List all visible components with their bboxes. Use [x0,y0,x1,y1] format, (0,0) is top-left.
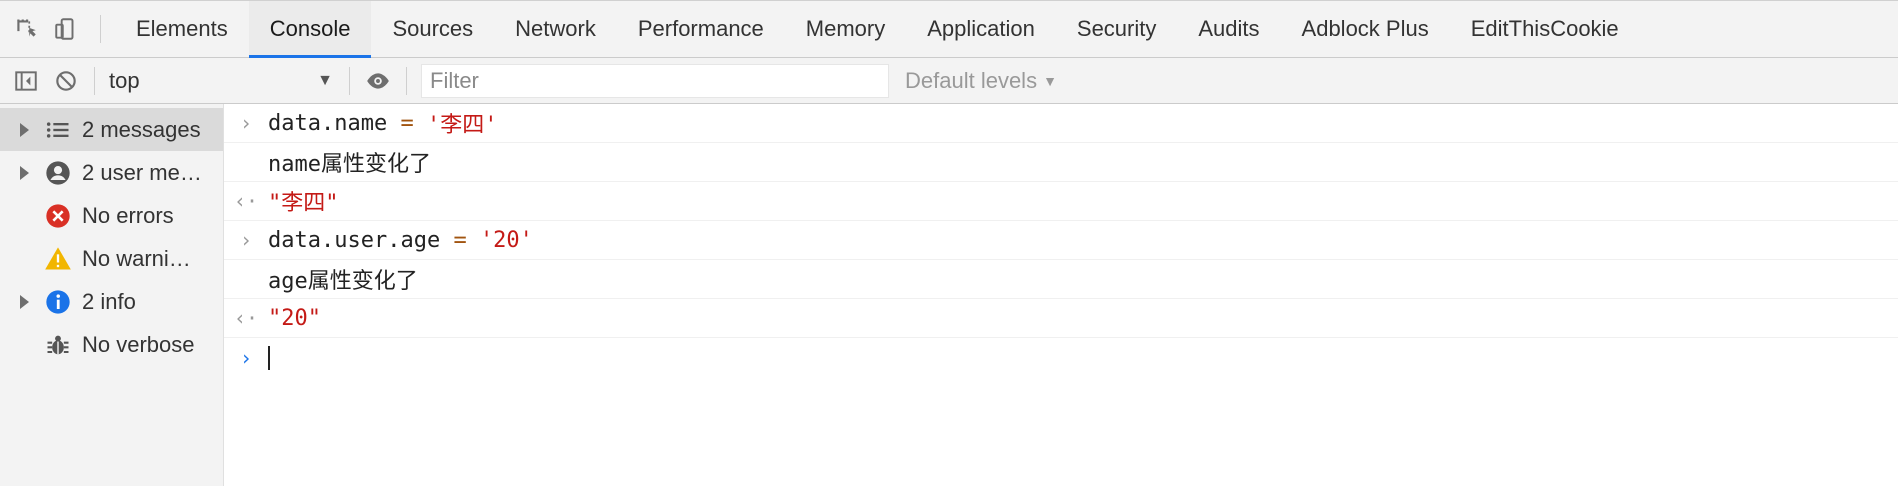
sidebar-item-warnings[interactable]: No warni… [0,237,223,280]
input-chevron-icon: › [239,111,253,135]
clear-console-icon[interactable] [46,59,86,103]
user-icon [44,159,72,187]
console-output: › data.name = '李四' name属性变化了 ‹· "李四" › d… [224,104,1898,486]
result-arrow-icon: ‹· [233,189,259,213]
tab-elements[interactable]: Elements [115,1,249,57]
expand-triangle-icon[interactable] [12,294,36,309]
toolbar-separator [94,66,95,95]
context-value: top [109,67,140,93]
log-message: age属性变化了 [268,269,418,294]
sidebar-item-label: 2 info [82,288,136,314]
sidebar-item-verbose[interactable]: No verbose [0,323,223,366]
console-toolbar: top ▼ Default levels ▼ [0,58,1898,104]
context-select[interactable]: top ▼ [103,63,341,99]
toolbar-separator [349,66,350,95]
tab-security[interactable]: Security [1056,1,1177,57]
default-levels-label: Default levels [905,67,1038,93]
result-value: "20" [268,305,321,331]
code-operator: = [400,110,414,136]
console-input-row[interactable]: › data.user.age = '20' [224,221,1898,260]
console-prompt[interactable]: › [224,338,1898,377]
sidebar-item-errors[interactable]: No errors [0,194,223,237]
tab-editthiscookie[interactable]: EditThisCookie [1450,1,1640,57]
tab-network[interactable]: Network [494,1,617,57]
sidebar-toggle-icon[interactable] [6,59,46,103]
code-string: '20' [479,227,533,253]
log-message: name属性变化了 [268,152,431,177]
default-levels-dropdown[interactable]: Default levels ▼ [905,68,1057,94]
expand-triangle-icon[interactable] [12,165,36,180]
filter-input[interactable] [421,63,889,98]
inspect-element-icon[interactable] [6,1,46,57]
sidebar-item-label: 2 messages [82,116,201,142]
sidebar-item-label: No verbose [82,331,195,357]
tab-application[interactable]: Application [906,1,1056,57]
text-cursor [268,345,270,370]
input-chevron-icon: › [239,228,253,252]
console-input-row[interactable]: › data.name = '李四' [224,104,1898,143]
devtools-tab-bar: Elements Console Sources Network Perform… [0,0,1898,58]
warning-icon [44,245,72,273]
prompt-chevron-icon: › [239,345,253,370]
tab-console[interactable]: Console [248,1,372,58]
list-icon [44,116,72,144]
code-string: '李四' [426,113,498,138]
console-sidebar: 2 messages 2 user me… No errors No warni… [0,104,224,486]
tab-memory[interactable]: Memory [785,1,906,57]
sidebar-item-label: 2 user me… [82,159,202,185]
sidebar-item-messages[interactable]: 2 messages [0,108,223,151]
tab-sources[interactable]: Sources [371,1,494,57]
code-operator: = [453,227,467,253]
eye-icon[interactable] [358,59,398,103]
tab-bar-separator [100,15,101,43]
console-log-row: name属性变化了 [224,143,1898,182]
code-object: data.user.age [268,227,441,253]
console-result-row[interactable]: ‹· "李四" [224,182,1898,221]
code-object: data.name [268,110,388,136]
tab-performance[interactable]: Performance [617,1,785,57]
device-toolbar-icon[interactable] [46,1,86,57]
bug-icon [44,331,72,359]
sidebar-item-user-messages[interactable]: 2 user me… [0,151,223,194]
tab-audits[interactable]: Audits [1177,1,1280,57]
console-log-row: age属性变化了 [224,260,1898,299]
tab-adblock-plus[interactable]: Adblock Plus [1281,1,1450,57]
expand-triangle-icon[interactable] [12,122,36,137]
info-icon [44,288,72,316]
toolbar-separator [406,66,407,95]
sidebar-item-label: No warni… [82,245,191,271]
console-result-row[interactable]: ‹· "20" [224,299,1898,338]
panel-tabs: Elements Console Sources Network Perform… [115,1,1640,58]
error-icon [44,202,72,230]
dropdown-arrow-icon: ▼ [1043,72,1057,89]
result-arrow-icon: ‹· [233,306,259,330]
dropdown-arrow-icon: ▼ [317,71,333,89]
sidebar-item-label: No errors [82,202,174,228]
sidebar-item-info[interactable]: 2 info [0,280,223,323]
result-value: "李四" [268,191,339,216]
